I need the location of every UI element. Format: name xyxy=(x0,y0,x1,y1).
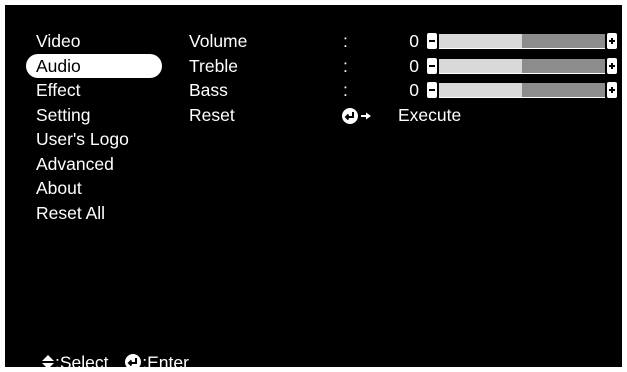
volume-label: Volume xyxy=(189,31,248,51)
volume-slider[interactable] xyxy=(427,33,617,49)
slider-track[interactable] xyxy=(439,34,605,49)
menu-item-video[interactable]: Video xyxy=(26,29,162,54)
volume-colon: : xyxy=(343,31,348,51)
minus-icon[interactable] xyxy=(427,57,437,74)
enter-arrow-icon xyxy=(342,107,371,124)
slider-fill xyxy=(439,58,522,73)
select-hint-label: :Select xyxy=(55,352,109,368)
treble-colon: : xyxy=(343,55,348,76)
minus-icon[interactable] xyxy=(427,82,437,98)
slider-track[interactable] xyxy=(439,58,605,74)
plus-icon[interactable] xyxy=(607,57,617,74)
up-down-arrows-icon xyxy=(42,355,54,367)
menu-item-label: Video xyxy=(36,31,81,51)
minus-icon[interactable] xyxy=(427,33,437,49)
projector-menu-screen: Video Audio Effect Setting User's Logo A… xyxy=(4,4,623,368)
treble-label: Treble xyxy=(189,55,238,76)
bass-colon: : xyxy=(343,80,348,100)
bass-label: Bass xyxy=(189,80,228,100)
slider-track[interactable] xyxy=(439,83,605,98)
menu-item-label: User's Logo xyxy=(36,129,129,149)
enter-icon xyxy=(125,354,142,367)
footer-hints: :Select :Enter xyxy=(41,351,189,368)
menu-item-label: Advanced xyxy=(36,153,114,174)
enter-hint-label: :Enter xyxy=(142,352,189,368)
menu-item-label: Setting xyxy=(36,104,91,125)
execute-button[interactable]: Execute xyxy=(398,103,461,127)
volume-value: 0 xyxy=(409,31,419,51)
plus-icon[interactable] xyxy=(607,82,617,98)
reset-label: Reset xyxy=(189,104,235,125)
menu-item-advanced[interactable]: Advanced xyxy=(26,152,162,177)
menu-item-about[interactable]: About xyxy=(26,176,162,201)
plus-icon[interactable] xyxy=(607,33,617,49)
bass-value: 0 xyxy=(409,80,419,100)
menu-item-reset-all[interactable]: Reset All xyxy=(26,201,162,226)
menu-item-setting[interactable]: Setting xyxy=(26,103,162,128)
menu-item-effect[interactable]: Effect xyxy=(26,78,162,103)
slider-fill xyxy=(439,83,522,97)
menu-item-audio[interactable]: Audio xyxy=(26,53,162,78)
menu-item-label: Effect xyxy=(36,80,81,100)
main-menu: Video Audio Effect Setting User's Logo A… xyxy=(26,29,162,225)
treble-value: 0 xyxy=(409,55,419,76)
slider-fill xyxy=(439,34,522,48)
menu-item-label: Audio xyxy=(36,55,81,76)
bass-slider[interactable] xyxy=(427,82,617,98)
menu-item-label: About xyxy=(36,178,82,198)
menu-item-label: Reset All xyxy=(36,202,106,223)
treble-slider[interactable] xyxy=(427,57,617,74)
menu-item-users-logo[interactable]: User's Logo xyxy=(26,127,162,152)
